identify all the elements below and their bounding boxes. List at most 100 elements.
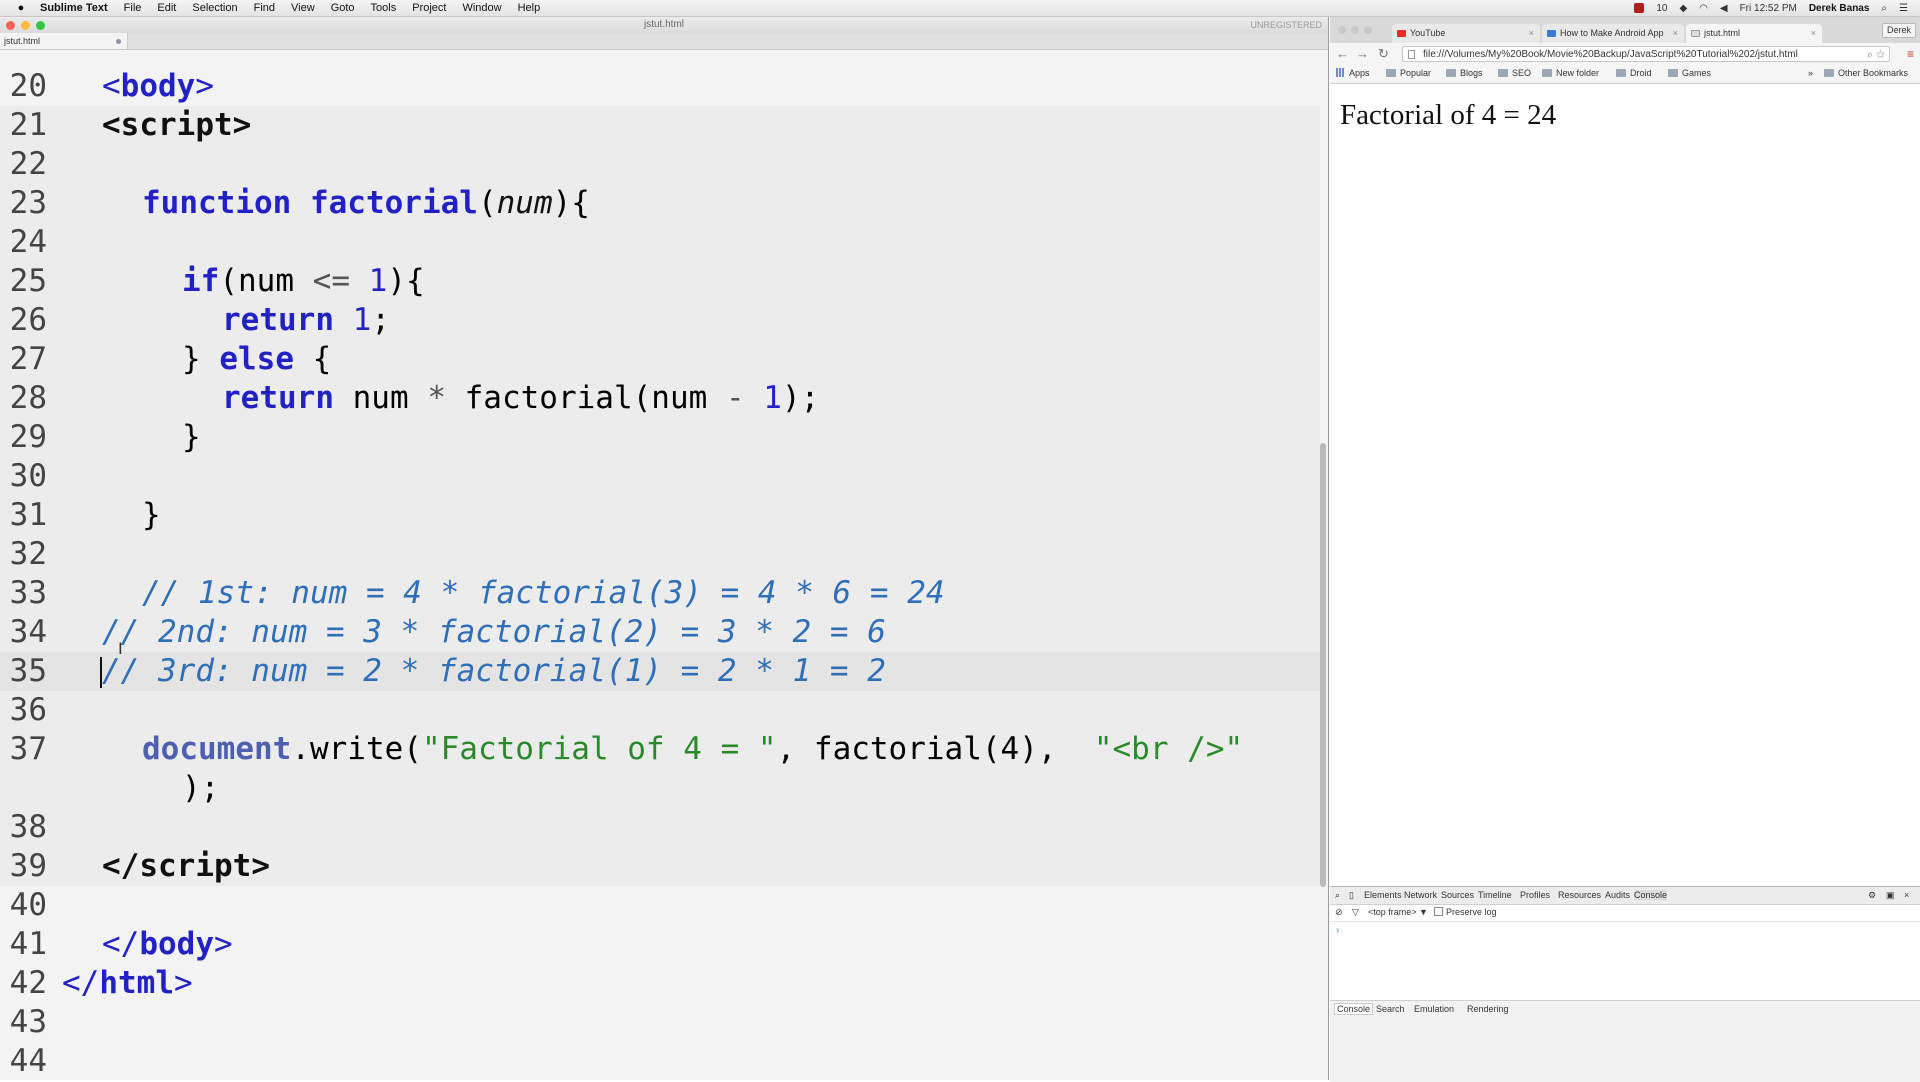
profile-button[interactable]: Derek <box>1881 23 1916 38</box>
app-status-icon[interactable] <box>1634 3 1645 13</box>
volume-icon[interactable]: ◀ <box>1720 3 1728 14</box>
user-name[interactable]: Derek Banas <box>1809 3 1870 14</box>
browser-maximize-button[interactable] <box>1364 26 1372 34</box>
drawer-tab-console[interactable]: Console <box>1334 1003 1374 1015</box>
devtools-tab-console[interactable]: Console <box>1634 890 1668 900</box>
line-source: </script> <box>102 848 270 884</box>
bookmark-blogs[interactable]: Blogs <box>1446 68 1483 78</box>
bookmark-games[interactable]: Games <box>1668 68 1711 78</box>
forward-icon[interactable]: → <box>1356 46 1369 61</box>
search-icon[interactable]: ⌕ ☆ <box>1867 47 1885 61</box>
reload-icon[interactable]: ↻ <box>1378 46 1389 62</box>
browser-tab-jstut[interactable]: jstut.html × <box>1686 24 1822 43</box>
notification-icon[interactable]: ◆ <box>1679 3 1687 14</box>
bookmark-apps[interactable]: Apps <box>1336 68 1370 78</box>
bookmark-other[interactable]: Other Bookmarks <box>1824 68 1908 78</box>
inspect-icon[interactable]: ⌕ <box>1335 890 1340 901</box>
tray-count[interactable]: 10 <box>1656 3 1667 14</box>
editor-tab-jstut[interactable]: jstut.html <box>0 33 128 49</box>
folder-icon <box>1446 69 1456 77</box>
notification-center-icon[interactable]: ☰ <box>1899 3 1908 14</box>
devtools-tab-timeline[interactable]: Timeline <box>1478 890 1512 900</box>
browser-close-button[interactable] <box>1338 26 1346 34</box>
browser-menu-icon[interactable]: ≡ <box>1907 47 1914 61</box>
close-devtools-icon[interactable]: × <box>1904 890 1909 900</box>
code-line: 43 <box>0 1003 1320 1042</box>
code-line: 40 <box>0 886 1320 925</box>
line-source: return num * factorial(num - 1); <box>222 380 820 416</box>
frame-selector[interactable]: <top frame> ▼ <box>1368 907 1428 917</box>
code-line: 23 function factorial(num){ <box>0 184 1320 223</box>
mouse-ibeam-icon: I <box>118 639 123 658</box>
line-source: // 3rd: num = 2 * factorial(1) = 2 * 1 =… <box>100 653 886 689</box>
line-number: 31 <box>9 497 47 533</box>
menu-selection[interactable]: Selection <box>184 0 245 16</box>
editor-scroll-thumb[interactable] <box>1320 443 1326 887</box>
devtools-tab-profiles[interactable]: Profiles <box>1520 890 1550 900</box>
dock-icon[interactable]: ▣ <box>1886 890 1895 901</box>
address-url: file:///Volumes/My%20Book/Movie%20Backup… <box>1423 49 1798 60</box>
line-number: 26 <box>9 302 47 338</box>
line-source: if(num <= 1){ <box>182 263 425 299</box>
devtools-tab-sources[interactable]: Sources <box>1441 890 1474 900</box>
devtools-tab-elements[interactable]: Elements <box>1364 890 1402 900</box>
console-toolbar: ⊘ ▽ <top frame> ▼ Preserve log <box>1330 904 1920 922</box>
menu-goto[interactable]: Goto <box>323 0 363 16</box>
drawer-tab-search[interactable]: Search <box>1376 1004 1405 1014</box>
menu-app-name[interactable]: Sublime Text <box>28 0 116 16</box>
close-tab-icon[interactable]: × <box>1673 24 1678 43</box>
line-source: // 2nd: num = 3 * factorial(2) = 3 * 2 =… <box>102 614 886 650</box>
bookmarks-overflow-icon[interactable]: » <box>1808 68 1813 78</box>
menu-file[interactable]: File <box>116 0 150 16</box>
address-bar[interactable]: file:///Volumes/My%20Book/Movie%20Backup… <box>1402 46 1890 62</box>
preserve-log-checkbox[interactable]: Preserve log <box>1434 907 1497 917</box>
editor-tab-label: jstut.html <box>4 36 41 46</box>
line-number: 21 <box>9 107 47 143</box>
browser-minimize-button[interactable] <box>1351 26 1359 34</box>
apple-icon[interactable]: ● <box>14 2 28 14</box>
menu-find[interactable]: Find <box>246 0 283 16</box>
menu-tools[interactable]: Tools <box>363 0 405 16</box>
browser-tab-android[interactable]: How to Make Android App × <box>1542 24 1684 43</box>
settings-gear-icon[interactable]: ⚙ <box>1868 890 1876 901</box>
menu-edit[interactable]: Edit <box>149 0 184 16</box>
menu-project[interactable]: Project <box>404 0 454 16</box>
wifi-icon[interactable]: ◠ <box>1699 3 1708 14</box>
unsaved-dot-icon[interactable] <box>116 39 121 44</box>
tab-label: How to Make Android App <box>1560 28 1664 38</box>
line-number: 24 <box>9 224 47 260</box>
device-icon[interactable]: ▯ <box>1349 890 1354 901</box>
drawer-tab-rendering[interactable]: Rendering <box>1467 1004 1509 1014</box>
menu-view[interactable]: View <box>283 0 323 16</box>
devtools-tab-resources[interactable]: Resources <box>1558 890 1601 900</box>
close-tab-icon[interactable]: × <box>1811 24 1816 43</box>
menu-window[interactable]: Window <box>454 0 509 16</box>
youtube-icon <box>1397 30 1406 37</box>
devtools-drawer: Console Search Emulation Rendering <box>1330 1000 1920 1082</box>
line-number: 20 <box>9 68 47 104</box>
drawer-tab-emulation[interactable]: Emulation <box>1414 1004 1454 1014</box>
line-source: function factorial(num){ <box>142 185 590 221</box>
back-icon[interactable]: ← <box>1336 46 1349 61</box>
bookmark-droid[interactable]: Droid <box>1616 68 1652 78</box>
spotlight-icon[interactable]: ⌕ <box>1881 3 1887 14</box>
menu-help[interactable]: Help <box>510 0 549 16</box>
code-line: 31} <box>0 496 1320 535</box>
bookmark-popular[interactable]: Popular <box>1386 68 1431 78</box>
clock[interactable]: Fri 12:52 PM <box>1740 3 1797 14</box>
browser-tab-youtube[interactable]: YouTube × <box>1392 24 1540 43</box>
bookmark-new-folder[interactable]: New folder <box>1542 68 1599 78</box>
close-tab-icon[interactable]: × <box>1529 24 1534 43</box>
devtools-tab-audits[interactable]: Audits <box>1605 890 1630 900</box>
document-icon <box>1691 30 1700 37</box>
devtools-tab-network[interactable]: Network <box>1404 890 1437 900</box>
code-area[interactable]: 20 <body> 21 <script> 22 23 function factor… <box>0 67 1320 1080</box>
clear-console-icon[interactable]: ⊘ <box>1335 907 1343 918</box>
console-prompt[interactable]: › <box>1336 925 1339 936</box>
browser-window: YouTube × How to Make Android App × jstu… <box>1330 17 1920 1082</box>
filter-icon[interactable]: ▽ <box>1352 907 1359 918</box>
editor-scrollbar[interactable] <box>1318 67 1328 1080</box>
line-number: 40 <box>9 887 47 923</box>
bookmark-seo[interactable]: SEO <box>1498 68 1531 78</box>
checkbox-icon <box>1434 907 1443 916</box>
